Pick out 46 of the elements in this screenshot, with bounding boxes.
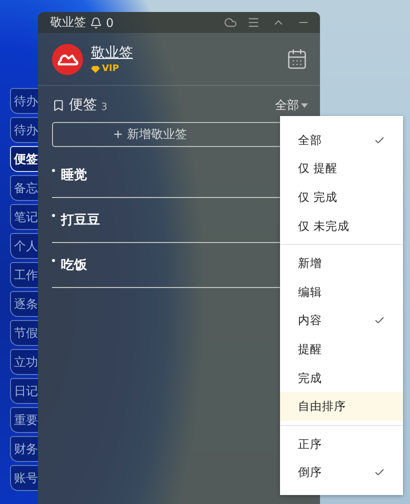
bullet-icon — [52, 214, 55, 217]
side-tab[interactable]: 待办 — [10, 117, 38, 143]
bullet-icon — [52, 169, 55, 172]
menu-item[interactable]: 倒序 — [280, 458, 403, 488]
side-tab[interactable]: 备忘 — [10, 175, 38, 201]
menu-item[interactable]: 内容 — [280, 306, 403, 336]
calendar-icon[interactable] — [286, 48, 308, 70]
menu-item[interactable]: 正序 — [280, 430, 403, 459]
side-tab[interactable]: 待办 — [10, 88, 38, 114]
filter-dropdown[interactable]: 全部 — [275, 96, 308, 114]
cloud-icon[interactable] — [224, 16, 237, 29]
menu-item[interactable]: 完成 — [280, 364, 403, 392]
vip-label: VIP — [102, 64, 119, 74]
side-tab[interactable]: 工作 — [10, 262, 38, 288]
profile-name[interactable]: 敬业签 — [91, 44, 133, 62]
menu-item[interactable]: 仅 未完成 — [280, 212, 403, 240]
section-title: 便签 — [69, 96, 97, 114]
menu-item[interactable]: 仅 提醒 — [280, 154, 403, 184]
side-tab[interactable]: 节假 — [10, 320, 38, 346]
bullet-icon — [52, 259, 55, 262]
caret-icon — [301, 102, 308, 108]
side-tab[interactable]: 逐条 — [10, 291, 38, 317]
note-text[interactable]: 打豆豆 — [61, 211, 100, 229]
window-title: 敬业签 — [50, 14, 86, 31]
side-tab[interactable]: 立功 — [10, 349, 38, 375]
bookmark-icon — [52, 98, 65, 112]
bell-icon[interactable] — [90, 16, 102, 28]
side-tab[interactable]: 账号 — [10, 465, 38, 491]
side-tab[interactable]: 财务 — [10, 436, 38, 462]
menu-item[interactable]: 编辑 — [280, 278, 403, 307]
side-tab[interactable]: 便签 — [10, 146, 38, 172]
diamond-icon — [91, 66, 100, 72]
note-text[interactable]: 吃饭 — [61, 256, 87, 274]
note-count: 3 — [101, 102, 108, 112]
reminder-count: 0 — [106, 16, 114, 30]
cloud-logo-icon — [52, 44, 83, 74]
menu-item[interactable]: 自由排序 — [280, 392, 403, 421]
menu-item[interactable]: 仅 完成 — [280, 183, 403, 212]
note-text[interactable]: 睡觉 — [61, 166, 87, 184]
menu-icon[interactable] — [247, 16, 260, 29]
side-tab[interactable]: 重要 — [10, 407, 38, 433]
side-tab[interactable]: 个人 — [10, 233, 38, 259]
menu-item[interactable]: 提醒 — [280, 335, 403, 364]
side-tab[interactable]: 笔记 — [10, 204, 38, 230]
menu-item[interactable]: 新增 — [280, 249, 403, 278]
side-tab[interactable]: 日记 — [10, 378, 38, 404]
